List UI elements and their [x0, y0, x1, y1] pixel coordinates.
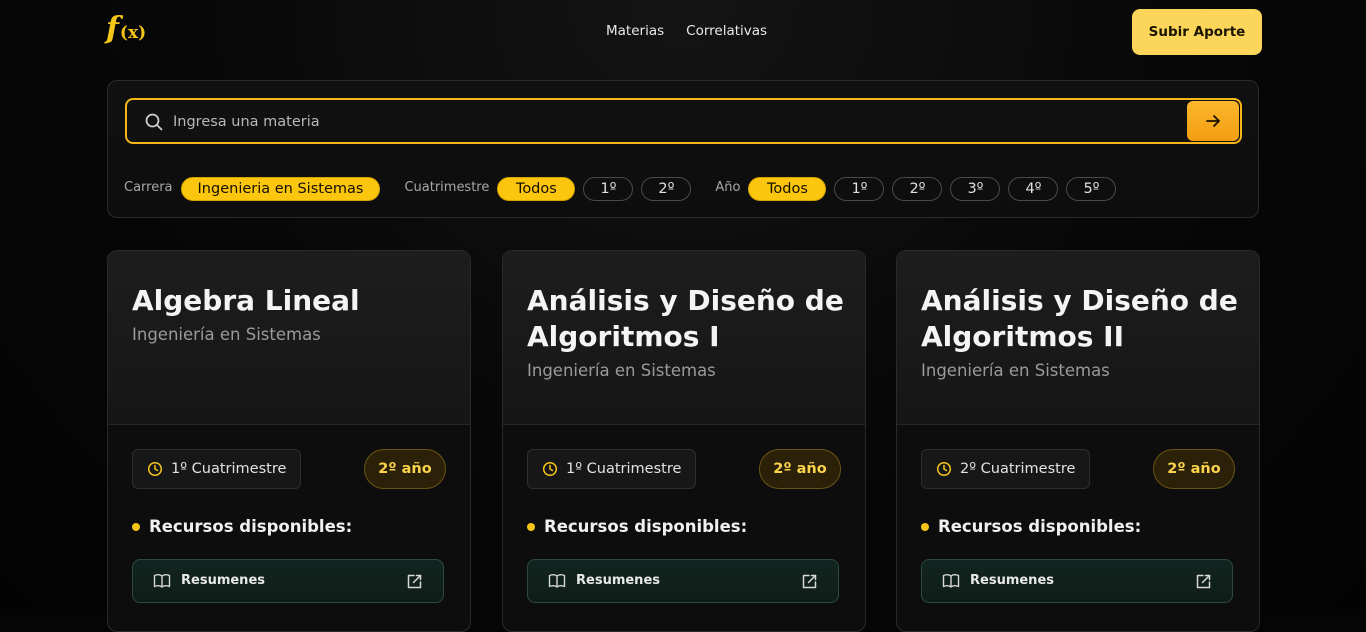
card-title: Análisis y Diseño de Algoritmos II Ingen… [921, 283, 1241, 383]
external-link-icon[interactable] [1195, 573, 1212, 590]
filter-cuatrimestre-todos[interactable]: Todos [497, 177, 576, 201]
filter-anio-4[interactable]: 4º [1008, 177, 1059, 201]
resources-heading-text: Recursos disponibles: [544, 517, 748, 536]
card-title-text: Análisis y Diseño de Algoritmos I [527, 284, 844, 353]
book-icon [942, 574, 960, 588]
search-input[interactable] [171, 106, 1175, 138]
year-badge: 2º año [364, 449, 446, 489]
logo-f: f [106, 11, 119, 46]
card-title-text: Algebra Lineal [132, 284, 360, 317]
cuatrimestre-badge: 1º Cuatrimestre [132, 449, 302, 489]
card-header: Análisis y Diseño de Algoritmos I Ingeni… [503, 251, 865, 425]
search-panel: Carrera Ingenieria en Sistemas Cuatrimes… [107, 80, 1259, 218]
bullet-dot [527, 522, 535, 531]
cuatrimestre-badge: 1º Cuatrimestre [527, 449, 697, 489]
cuatrimestre-text: 1º Cuatrimestre [566, 461, 682, 477]
filter-label-cuatrimestre: Cuatrimestre [404, 179, 490, 195]
nav-materias[interactable]: Materias [606, 23, 664, 39]
external-link-icon[interactable] [406, 573, 423, 590]
cuatrimestre-text: 2º Cuatrimestre [960, 461, 1076, 477]
clock-icon [542, 461, 558, 477]
year-badge: 2º año [1153, 449, 1235, 489]
year-badge: 2º año [759, 449, 841, 489]
bullet-dot [132, 522, 140, 531]
resource-resumenes-button[interactable]: Resumenes [527, 559, 839, 603]
external-link-icon[interactable] [801, 573, 818, 590]
filter-cuatrimestre-1[interactable]: 1º [583, 177, 634, 201]
logo-x: (x) [119, 23, 147, 43]
filter-anio-todos[interactable]: Todos [748, 177, 827, 201]
cuatrimestre-badge: 2º Cuatrimestre [921, 449, 1091, 489]
bullet-dot [921, 522, 929, 531]
resources-heading: Recursos disponibles: [921, 517, 1141, 536]
subject-card[interactable]: Análisis y Diseño de Algoritmos I Ingeni… [502, 250, 866, 632]
resource-label: Resumenes [970, 573, 1054, 588]
card-career: Ingeniería en Sistemas [132, 325, 321, 344]
resource-resumenes-button[interactable]: Resumenes [132, 559, 444, 603]
arrow-right-icon [1206, 115, 1220, 127]
upload-button[interactable]: Subir Aporte [1132, 9, 1262, 55]
resources-heading-text: Recursos disponibles: [938, 517, 1142, 536]
resource-label: Resumenes [576, 573, 660, 588]
top-navbar: f (x) Materias Correlativas Subir Aporte [0, 0, 1366, 64]
subject-card[interactable]: Algebra Lineal Ingeniería en Sistemas 1º… [107, 250, 471, 632]
resource-resumenes-button[interactable]: Resumenes [921, 559, 1233, 603]
filter-cuatrimestre-2[interactable]: 2º [641, 177, 692, 201]
resources-heading: Recursos disponibles: [527, 517, 747, 536]
book-icon [153, 574, 171, 588]
book-icon [548, 574, 566, 588]
filters-row: Carrera Ingenieria en Sistemas Cuatrimes… [124, 175, 1124, 203]
nav-correlativas[interactable]: Correlativas [686, 23, 767, 39]
clock-icon [936, 461, 952, 477]
filter-anio-3[interactable]: 3º [950, 177, 1001, 201]
card-header: Algebra Lineal Ingeniería en Sistemas [108, 251, 470, 425]
resources-heading-text: Recursos disponibles: [149, 517, 353, 536]
card-title: Análisis y Diseño de Algoritmos I Ingeni… [527, 283, 847, 383]
cuatrimestre-text: 1º Cuatrimestre [171, 461, 287, 477]
search-box [125, 98, 1242, 144]
card-header: Análisis y Diseño de Algoritmos II Ingen… [897, 251, 1259, 425]
search-icon [145, 113, 163, 131]
logo[interactable]: f (x) [106, 14, 146, 44]
filter-anio-2[interactable]: 2º [892, 177, 943, 201]
filter-anio-1[interactable]: 1º [834, 177, 885, 201]
filter-label-carrera: Carrera [124, 179, 173, 195]
clock-icon [147, 461, 163, 477]
resource-label: Resumenes [181, 573, 265, 588]
card-title: Algebra Lineal Ingeniería en Sistemas [132, 283, 452, 347]
main-nav: Materias Correlativas [606, 23, 767, 39]
subject-card[interactable]: Análisis y Diseño de Algoritmos II Ingen… [896, 250, 1260, 632]
filter-carrera-sistemas[interactable]: Ingenieria en Sistemas [180, 177, 381, 201]
card-career: Ingeniería en Sistemas [527, 361, 716, 380]
filter-label-anio: Año [715, 179, 741, 195]
card-career: Ingeniería en Sistemas [921, 361, 1110, 380]
search-submit-button[interactable] [1187, 101, 1239, 141]
filter-anio-5[interactable]: 5º [1066, 177, 1117, 201]
resources-heading: Recursos disponibles: [132, 517, 352, 536]
card-title-text: Análisis y Diseño de Algoritmos II [921, 284, 1238, 353]
